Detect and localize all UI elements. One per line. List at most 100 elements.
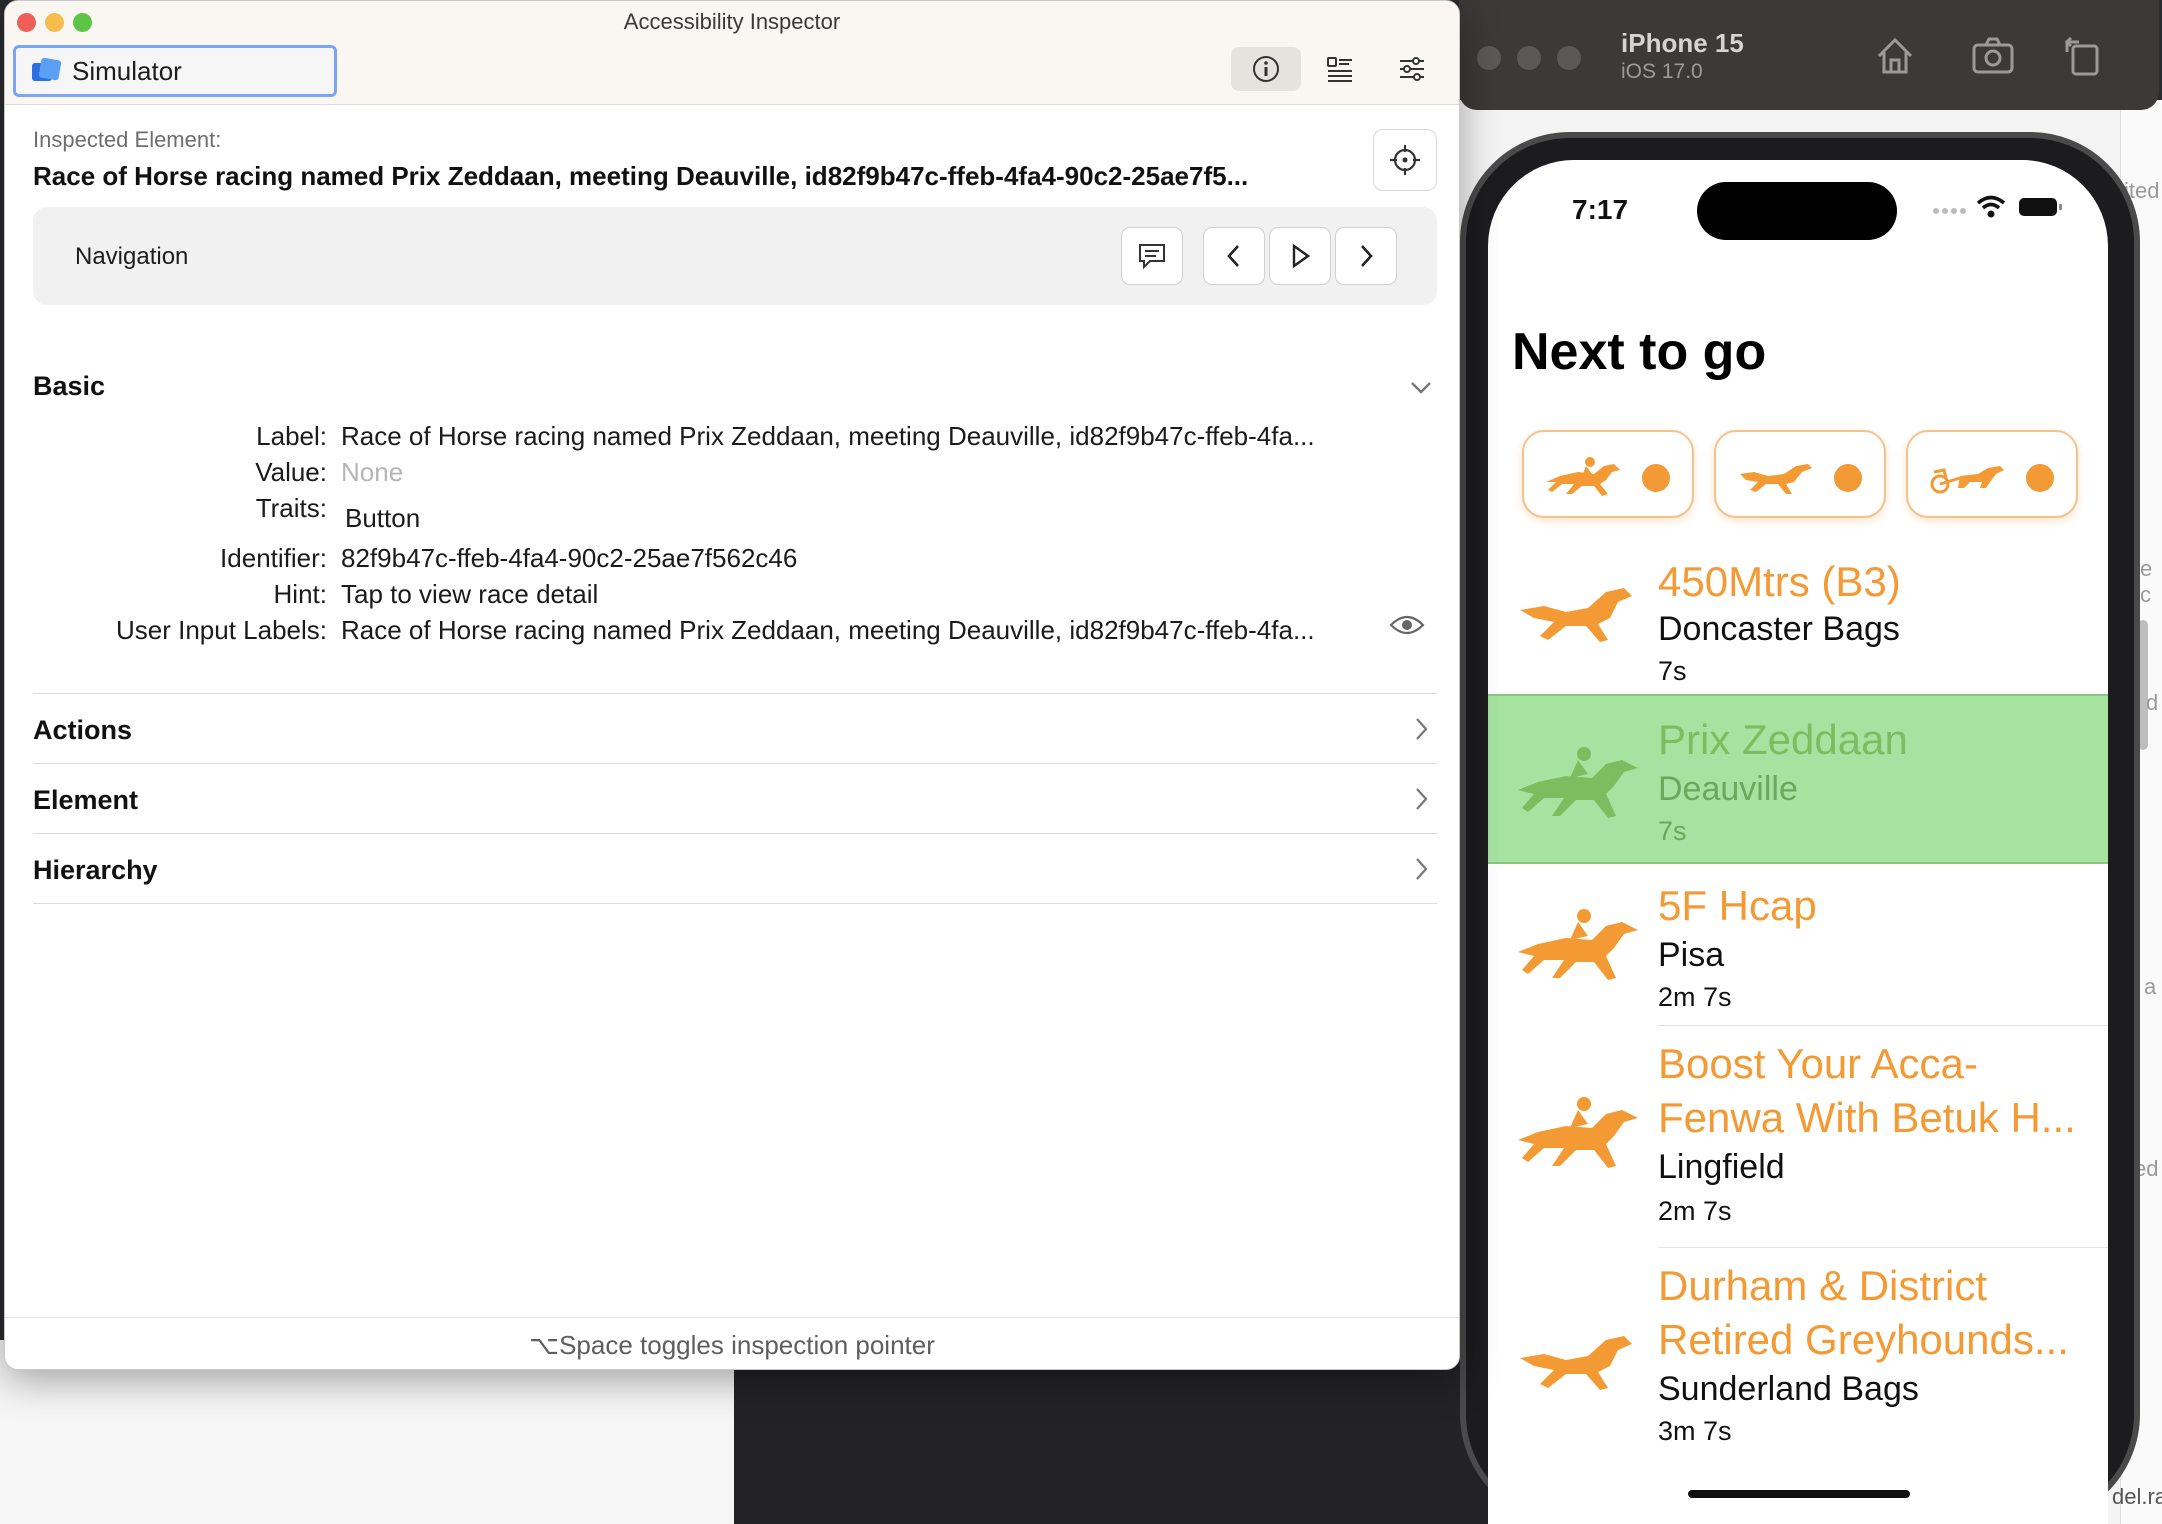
os-version: iOS 17.0 (1621, 60, 1703, 83)
scroll-fade (1488, 1444, 2108, 1524)
audit-tab-button[interactable] (1305, 47, 1375, 91)
target-selector[interactable]: Simulator (13, 45, 337, 97)
target-label: Simulator (72, 55, 182, 86)
value-value: None (341, 457, 404, 487)
close-dot[interactable] (1477, 46, 1501, 70)
race-venue: Lingfield (1658, 1148, 1785, 1186)
race-countdown: 2m 7s (1658, 982, 1732, 1012)
greyhound-icon (1520, 1336, 1632, 1390)
traits-key: Traits: (255, 493, 327, 523)
race-name-line2: Retired Greyhounds... (1658, 1316, 2069, 1363)
race-countdown: 3m 7s (1658, 1416, 1732, 1446)
page-title: Next to go (1512, 323, 1767, 381)
race-countdown: 7s (1658, 816, 1687, 846)
sliders-icon (1400, 57, 1424, 81)
filter-chip-horse-racing[interactable] (1522, 430, 1694, 518)
section-divider (33, 833, 1437, 834)
race-venue: Doncaster Bags (1658, 610, 1900, 648)
bg-fragment: a (2144, 974, 2157, 999)
dynamic-island (1697, 182, 1897, 240)
home-indicator[interactable] (1688, 1490, 1910, 1498)
race-row[interactable]: 5F Hcap Pisa 2m 7s (1488, 864, 2108, 1026)
iphone-screen: 7:17 Next to go 450Mtrs (B3) Doncaster B… (1488, 160, 2108, 1524)
section-divider (33, 903, 1437, 904)
next-element-button[interactable] (1335, 227, 1397, 285)
value-key: Value: (255, 457, 327, 487)
zoom-dot[interactable] (1557, 46, 1581, 70)
bg-fragment: del.ra (2112, 1484, 2162, 1509)
greyhound-icon (1520, 588, 1632, 642)
crosshair-icon (1390, 145, 1420, 175)
minimize-dot[interactable] (1517, 46, 1541, 70)
speech-bubble-icon (1139, 244, 1165, 270)
race-venue: Pisa (1658, 936, 1725, 974)
navigation-label: Navigation (75, 243, 189, 270)
speak-button[interactable] (1121, 227, 1183, 285)
user-input-labels-key: User Input Labels: (115, 615, 327, 645)
rotate-icon[interactable] (2059, 32, 2107, 80)
bg-fragment: d (2146, 690, 2159, 715)
race-row[interactable]: 450Mtrs (B3) Doncaster Bags 7s (1488, 534, 2108, 694)
section-divider (33, 763, 1437, 764)
navigation-panel: Navigation (33, 207, 1437, 305)
basic-section-header[interactable]: Basic (33, 371, 105, 402)
chevron-right-icon[interactable] (1413, 855, 1429, 883)
battery-icon (2019, 198, 2062, 216)
chevron-right-icon[interactable] (1413, 715, 1429, 743)
simulator-app-icon (32, 57, 62, 81)
section-divider (33, 693, 1437, 694)
horse-racing-icon (1546, 457, 1620, 496)
race-name: 5F Hcap (1658, 882, 1817, 929)
inspected-element-label: Inspected Element: (33, 127, 222, 152)
footer-hint: ⌥Space toggles inspection pointer (529, 1330, 935, 1360)
info-icon (1253, 56, 1279, 82)
traits-value: Button (345, 503, 421, 533)
checkmark-icon (2026, 464, 2059, 499)
race-row-selected[interactable]: Prix Zeddaan Deauville 7s (1488, 694, 2108, 864)
race-row[interactable]: Durham & District Retired Greyhounds... … (1488, 1248, 2108, 1448)
inspected-element-title: Race of Horse racing named Prix Zeddaan,… (33, 161, 1249, 191)
horse-racing-icon (1518, 1097, 1638, 1168)
filter-chip-harness[interactable] (1906, 430, 2078, 518)
inspector-tab-button[interactable] (1231, 47, 1301, 91)
hint-value: Tap to view race detail (341, 579, 599, 609)
home-icon[interactable] (1871, 32, 1919, 80)
element-section-header[interactable]: Element (33, 785, 138, 816)
race-row[interactable]: Boost Your Acca- Fenwa With Betuk H... L… (1488, 1026, 2108, 1248)
footer-bar: ⌥Space toggles inspection pointer (5, 1317, 1459, 1369)
chevron-right-icon[interactable] (1413, 785, 1429, 813)
greyhound-icon (1740, 464, 1812, 494)
race-venue: Sunderland Bags (1658, 1370, 1919, 1408)
eye-icon[interactable] (1389, 613, 1425, 637)
race-name: Durham & District (1658, 1262, 1988, 1309)
race-name: Prix Zeddaan (1658, 716, 1908, 763)
race-venue: Deauville (1658, 770, 1798, 808)
checkmark-icon (1642, 464, 1675, 499)
horse-racing-icon (1518, 747, 1638, 818)
race-name: 450Mtrs (B3) (1658, 558, 1901, 605)
chevron-left-icon (1227, 245, 1239, 267)
checklist-icon (1327, 57, 1352, 82)
harness-racing-icon (1930, 466, 2004, 494)
status-time: 7:17 (1572, 194, 1629, 225)
hint-key: Hint: (273, 579, 327, 609)
race-countdown: 7s (1658, 656, 1687, 686)
chevron-down-icon[interactable] (1409, 379, 1433, 395)
identifier-value: 82f9b47c-ffeb-4fa4-90c2-25ae7f562c46 (341, 543, 798, 573)
wifi-icon (1976, 195, 2006, 218)
accessibility-inspector-window: Accessibility Inspector Simulator Inspec… (4, 0, 1460, 1370)
previous-element-button[interactable] (1203, 227, 1265, 285)
actions-section-header[interactable]: Actions (33, 715, 132, 746)
settings-tab-button[interactable] (1377, 47, 1447, 91)
titlebar: Accessibility Inspector Simulator (5, 1, 1459, 105)
user-input-labels-value: Race of Horse racing named Prix Zeddaan,… (341, 615, 1315, 645)
checkmark-icon (1834, 464, 1867, 499)
device-name: iPhone 15 (1621, 28, 1744, 58)
play-button[interactable] (1269, 227, 1331, 285)
filter-chip-greyhound[interactable] (1714, 430, 1886, 518)
bg-fragment: e c (2140, 556, 2153, 607)
screenshot-icon[interactable] (1969, 32, 2017, 80)
hierarchy-section-header[interactable]: Hierarchy (33, 855, 158, 886)
inspection-pointer-button[interactable] (1373, 129, 1437, 191)
play-icon (1292, 243, 1311, 269)
